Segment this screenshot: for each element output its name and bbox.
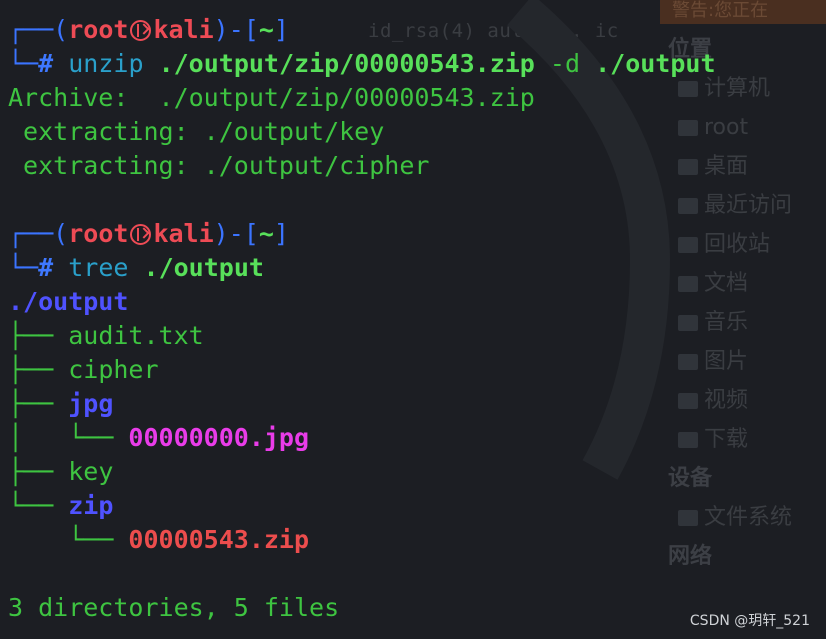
- tree-root: ./output: [8, 287, 129, 316]
- kali-skull-icon: [130, 20, 152, 41]
- command-line-1: └─# unzip ./output/zip/00000543.zip -d .…: [8, 49, 716, 78]
- output-extract-key: extracting: ./output/key: [8, 117, 385, 146]
- csdn-watermark: CSDN @玥轩_521: [689, 613, 810, 629]
- prompt-line-1: ┌──(root kali)-[~]: [8, 15, 289, 44]
- output-extract-cipher: extracting: ./output/cipher: [8, 151, 430, 180]
- tree-item-key: ├── key: [8, 457, 114, 486]
- prompt-line-2: ┌──(root kali)-[~]: [8, 219, 289, 248]
- tree-item-audit: ├── audit.txt: [8, 321, 204, 350]
- kali-skull-icon: [130, 224, 152, 245]
- tree-item-zip-dir: └── zip: [8, 491, 114, 520]
- command-line-2: └─# tree ./output: [8, 253, 264, 282]
- tree-item-jpg-file: │ └── 00000000.jpg: [8, 423, 310, 452]
- tree-item-jpg-dir: ├── jpg: [8, 389, 114, 418]
- output-archive: Archive: ./output/zip/00000543.zip: [8, 83, 535, 112]
- tree-summary: 3 directories, 5 files: [8, 593, 340, 622]
- terminal[interactable]: ┌──(root kali)-[~] └─# unzip ./output/zip…: [8, 13, 716, 625]
- tree-item-cipher: ├── cipher: [8, 355, 159, 384]
- tree-item-zip-file: └── 00000543.zip: [8, 525, 310, 554]
